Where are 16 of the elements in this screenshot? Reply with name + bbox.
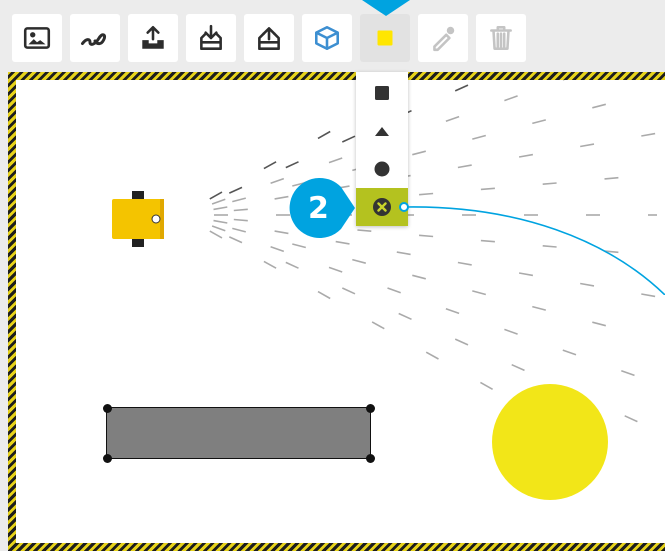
tool-button[interactable] (70, 14, 120, 62)
shape-menu-item[interactable] (356, 150, 408, 188)
square-icon (372, 83, 392, 103)
cube-icon (312, 23, 342, 53)
tool-button[interactable] (244, 14, 294, 62)
tool-button[interactable] (12, 14, 62, 62)
resize-handle[interactable] (366, 404, 374, 412)
circle-icon (372, 159, 392, 179)
shape-menu-item[interactable] (356, 74, 408, 112)
shape-menu-item[interactable] (356, 188, 408, 226)
callout-arrow (362, 0, 410, 16)
tool-button[interactable] (186, 14, 236, 62)
tool-button[interactable] (128, 14, 178, 62)
resize-handle[interactable] (102, 404, 112, 412)
clear-icon (372, 197, 392, 217)
resize-handle[interactable] (102, 454, 112, 462)
